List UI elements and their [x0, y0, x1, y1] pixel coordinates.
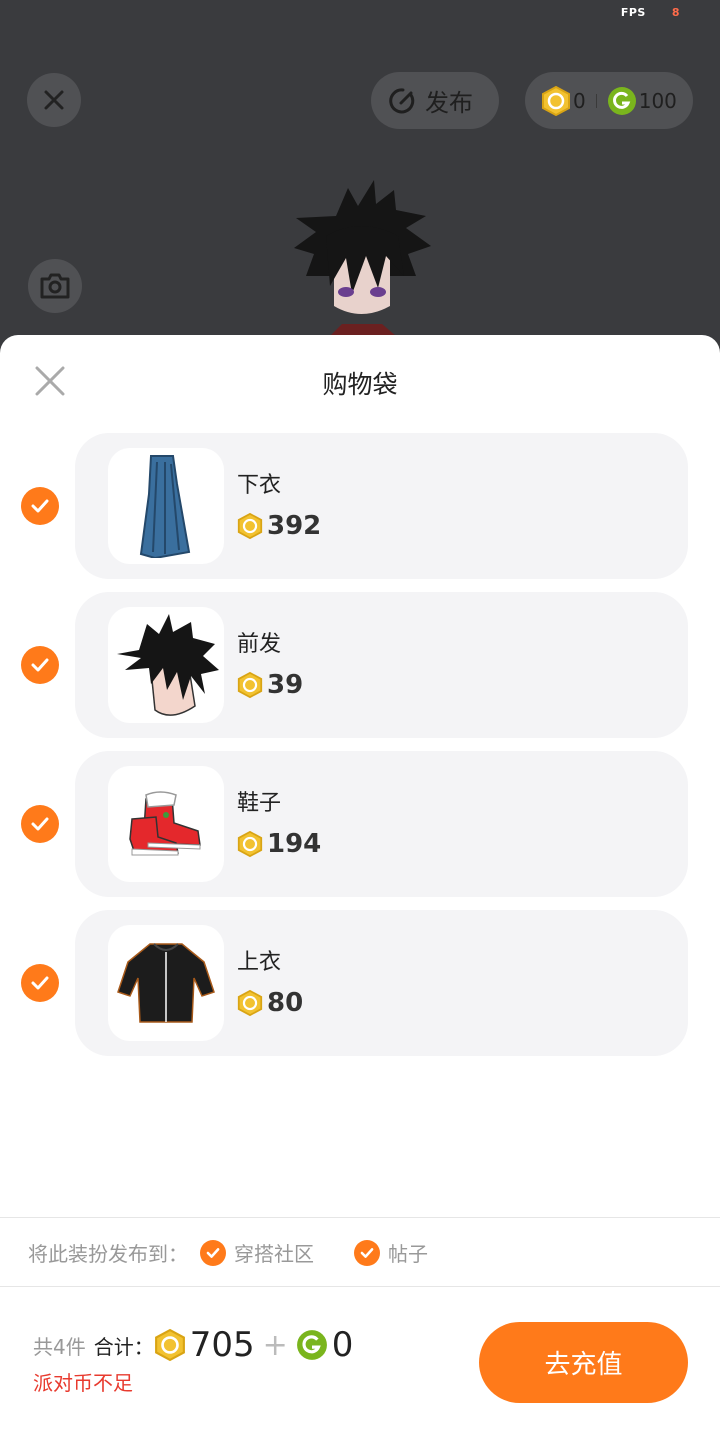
- gold-coin-icon: [237, 671, 263, 699]
- item-checkbox[interactable]: [21, 487, 59, 525]
- camera-button[interactable]: [28, 259, 82, 313]
- plus-sign: +: [262, 1327, 288, 1363]
- green-coin-icon: [607, 86, 636, 115]
- publish-option-post[interactable]: 帖子: [354, 1238, 428, 1267]
- item-card[interactable]: 前发 39: [75, 592, 688, 738]
- scene-close-button[interactable]: [27, 73, 81, 127]
- item-price-value: 39: [267, 670, 304, 700]
- item-thumbnail: [108, 448, 224, 564]
- avatar-character: [294, 180, 431, 336]
- item-thumbnail: [108, 607, 224, 723]
- cart-item[interactable]: 鞋子 194: [0, 751, 720, 897]
- fps-value: 8: [671, 6, 680, 19]
- gold-total: 705: [189, 1325, 255, 1365]
- item-price: 194: [237, 829, 321, 859]
- item-name: 上衣: [237, 950, 282, 975]
- cart-item[interactable]: 上衣 80: [0, 910, 720, 1056]
- item-price-value: 392: [267, 511, 322, 541]
- close-icon: [44, 90, 64, 110]
- publish-destinations: 将此装扮发布到： 穿搭社区 帖子: [28, 1238, 428, 1267]
- item-price: 392: [237, 511, 321, 541]
- item-checkbox[interactable]: [21, 646, 59, 684]
- divider: [0, 1217, 720, 1218]
- check-icon: [31, 499, 49, 513]
- check-icon: [31, 976, 49, 990]
- item-thumbnail: [108, 925, 224, 1041]
- skirt-icon: [139, 455, 191, 558]
- cart-item[interactable]: 前发 39: [0, 592, 720, 738]
- gold-coin-icon: [154, 1328, 185, 1362]
- publish-to-label: 将此装扮发布到：: [28, 1242, 188, 1266]
- coin-divider: [595, 93, 597, 108]
- green-coin-icon: [296, 1330, 327, 1360]
- item-name: 前发: [237, 632, 282, 657]
- recharge-button[interactable]: 去充值: [479, 1322, 688, 1403]
- item-name: 下衣: [237, 473, 282, 498]
- item-checkbox[interactable]: [21, 964, 59, 1002]
- publish-option-label: 帖子: [388, 1242, 428, 1266]
- item-count: 共4件: [33, 1334, 86, 1359]
- jacket-icon: [117, 943, 215, 1023]
- item-checkbox[interactable]: [21, 805, 59, 843]
- camera-icon: [40, 273, 70, 299]
- sheet-title: 购物袋: [322, 370, 398, 399]
- item-name: 鞋子: [237, 791, 282, 816]
- coin-balance[interactable]: 0 100: [525, 72, 693, 129]
- fps-counter: FPS 8: [621, 6, 680, 19]
- fps-label: FPS: [620, 6, 646, 19]
- item-card[interactable]: 下衣 392: [75, 433, 688, 579]
- check-icon: [31, 817, 49, 831]
- gold-coin-icon: [237, 830, 263, 858]
- shoes-icon: [129, 791, 201, 856]
- check-icon: [354, 1239, 380, 1266]
- check-icon: [200, 1239, 226, 1266]
- publish-icon: [389, 87, 415, 113]
- item-card[interactable]: 上衣 80: [75, 910, 688, 1056]
- check-icon: [31, 658, 49, 672]
- item-price-value: 80: [267, 988, 304, 1018]
- item-price-value: 194: [267, 829, 322, 859]
- gold-coin-icon: [237, 512, 263, 540]
- item-price: 80: [237, 988, 303, 1018]
- publish-option-community[interactable]: 穿搭社区: [200, 1238, 314, 1267]
- publish-label: 发布: [425, 89, 473, 117]
- publish-button[interactable]: 发布: [371, 72, 499, 129]
- insufficient-funds-warning: 派对币不足: [33, 1371, 133, 1395]
- total-label: 合计：: [93, 1334, 154, 1359]
- item-card[interactable]: 鞋子 194: [75, 751, 688, 897]
- publish-option-label: 穿搭社区: [234, 1242, 314, 1266]
- order-summary: 共4件 合计： 705 + 0 派对币不足: [33, 1325, 353, 1396]
- cart-item[interactable]: 下衣 392: [0, 433, 720, 579]
- gold-coin-balance: 0: [573, 88, 586, 113]
- item-price: 39: [237, 670, 303, 700]
- item-thumbnail: [108, 766, 224, 882]
- hair-icon: [117, 614, 219, 716]
- gold-coin-icon: [542, 85, 570, 116]
- avatar-scene: FPS 8 发布 0 100: [0, 0, 720, 360]
- green-total: 0: [331, 1325, 354, 1365]
- green-coin-balance: 100: [638, 88, 677, 113]
- gold-coin-icon: [237, 989, 263, 1017]
- divider: [0, 1286, 720, 1287]
- shopping-bag-sheet: 购物袋 下衣 392 前发 39 鞋子 194 上衣 80 将此装扮发布到： 穿…: [0, 335, 720, 1440]
